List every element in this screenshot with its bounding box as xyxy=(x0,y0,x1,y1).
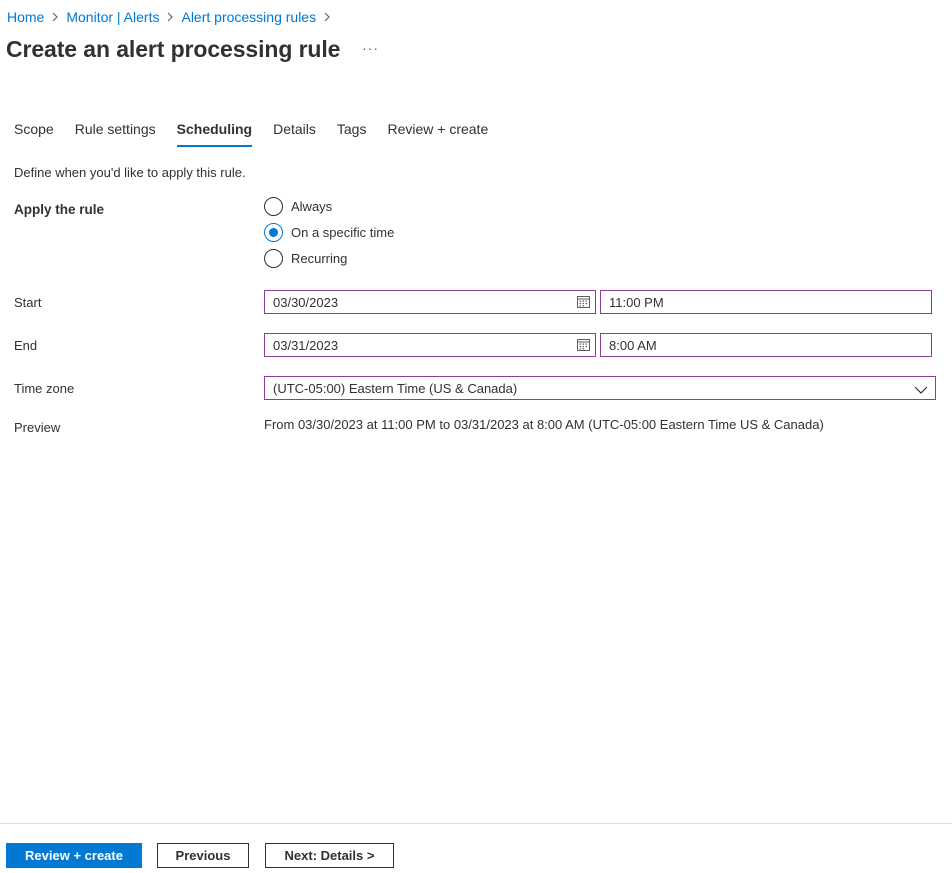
tab-details[interactable]: Details xyxy=(273,121,316,147)
calendar-icon[interactable] xyxy=(577,295,590,311)
end-date-field[interactable]: 03/31/2023 xyxy=(264,333,596,357)
radio-specific-time[interactable]: On a specific time xyxy=(264,223,394,242)
radio-button[interactable] xyxy=(264,197,283,216)
more-options-button[interactable]: ··· xyxy=(362,40,379,56)
breadcrumb-alert-processing-rules[interactable]: Alert processing rules xyxy=(181,9,316,25)
timezone-dropdown[interactable]: (UTC-05:00) Eastern Time (US & Canada) xyxy=(264,376,936,400)
start-time-field[interactable]: 11:00 PM xyxy=(600,290,932,314)
start-date-value: 03/30/2023 xyxy=(273,294,339,310)
radio-button-selected[interactable] xyxy=(264,223,283,242)
footer-divider xyxy=(0,823,952,824)
start-label: Start xyxy=(14,295,42,310)
end-time-value: 8:00 AM xyxy=(609,337,657,353)
radio-recurring[interactable]: Recurring xyxy=(264,249,347,268)
wizard-tabs: Scope Rule settings Scheduling Details T… xyxy=(14,121,509,147)
section-description: Define when you'd like to apply this rul… xyxy=(14,165,246,180)
chevron-right-icon xyxy=(159,9,181,25)
tab-scope[interactable]: Scope xyxy=(14,121,54,147)
radio-label: Recurring xyxy=(291,251,348,266)
previous-button[interactable]: Previous xyxy=(157,843,249,868)
page-title: Create an alert processing rule xyxy=(6,36,341,62)
radio-label: On a specific time xyxy=(291,225,395,240)
tab-review-create[interactable]: Review + create xyxy=(387,121,488,147)
apply-rule-label: Apply the rule xyxy=(14,202,105,217)
review-create-button[interactable]: Review + create xyxy=(6,843,142,868)
chevron-down-icon xyxy=(914,383,928,398)
end-date-value: 03/31/2023 xyxy=(273,337,339,353)
preview-label: Preview xyxy=(14,420,61,435)
preview-text: From 03/30/2023 at 11:00 PM to 03/31/202… xyxy=(264,417,824,432)
breadcrumb-monitor-alerts[interactable]: Monitor | Alerts xyxy=(66,9,159,25)
radio-label: Always xyxy=(291,199,333,214)
timezone-value: (UTC-05:00) Eastern Time (US & Canada) xyxy=(273,380,518,396)
next-details-button[interactable]: Next: Details > xyxy=(265,843,394,868)
tab-rule-settings[interactable]: Rule settings xyxy=(75,121,156,147)
start-time-value: 11:00 PM xyxy=(609,294,664,310)
radio-button[interactable] xyxy=(264,249,283,268)
end-time-field[interactable]: 8:00 AM xyxy=(600,333,932,357)
end-label: End xyxy=(14,338,38,353)
breadcrumb: Home Monitor | Alerts Alert processing r… xyxy=(7,9,338,25)
tab-scheduling[interactable]: Scheduling xyxy=(176,121,253,147)
tab-tags[interactable]: Tags xyxy=(337,121,367,147)
breadcrumb-home[interactable]: Home xyxy=(7,9,44,25)
radio-always[interactable]: Always xyxy=(264,197,332,216)
start-date-field[interactable]: 03/30/2023 xyxy=(264,290,596,314)
chevron-right-icon xyxy=(316,9,338,25)
timezone-label: Time zone xyxy=(14,381,75,396)
calendar-icon[interactable] xyxy=(577,338,590,354)
chevron-right-icon xyxy=(44,9,66,25)
